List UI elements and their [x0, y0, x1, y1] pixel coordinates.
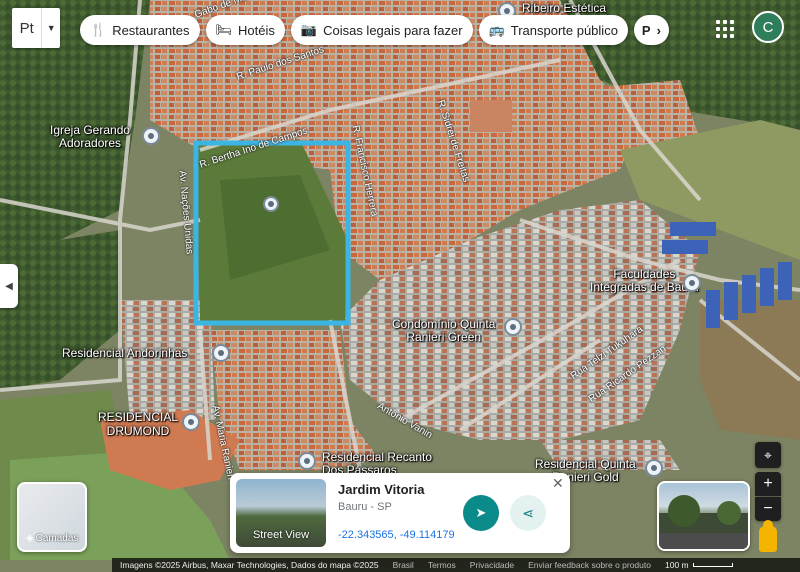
place-pin-icon[interactable] [298, 452, 316, 470]
footer-link-brasil[interactable]: Brasil [393, 560, 414, 570]
place-title: Jardim Vitoria [338, 482, 425, 497]
footer-link-termos[interactable]: Termos [428, 560, 456, 570]
place-label-condominio[interactable]: Condomínio Quinta Ranieri Green [392, 318, 495, 344]
chip-label: Coisas legais para fazer [323, 22, 463, 38]
map-footer: Imagens ©2025 Airbus, Maxar Technologies… [112, 558, 800, 572]
center-marker-icon[interactable] [263, 196, 279, 212]
camera-icon: 📷 [300, 22, 318, 37]
place-subtitle: Bauru - SP [338, 501, 392, 513]
apps-grid-icon[interactable] [714, 18, 736, 40]
category-chips: 🍴 Restaurantes 🛏 Hotéis 📷 Coisas legais … [80, 15, 669, 45]
collapse-panel-button[interactable]: ◀ [0, 264, 18, 308]
chip-label: Transporte público [510, 22, 618, 38]
chip-more[interactable]: P › [633, 15, 669, 45]
avatar[interactable]: C [752, 11, 784, 43]
place-label-igreja[interactable]: Igreja Gerando Adoradores [50, 124, 130, 150]
zoom-out-button[interactable]: − [755, 497, 781, 521]
footer-link-feedback[interactable]: Enviar feedback sobre o produto [528, 560, 651, 570]
share-button[interactable]: ⋖ [510, 495, 546, 531]
place-pin-icon[interactable] [182, 413, 200, 431]
zoom-in-button[interactable]: + [755, 472, 781, 496]
chip-label: Restaurantes [112, 22, 190, 38]
scale-bar[interactable]: 100 m [665, 560, 733, 570]
place-pin-icon[interactable] [504, 318, 522, 336]
scale-line [692, 563, 733, 567]
share-icon: ⋖ [522, 504, 534, 521]
location-target-icon: ⌖ [764, 446, 772, 463]
directions-button[interactable]: ➤ [463, 495, 499, 531]
layers-button[interactable]: ◈ Camadas [17, 482, 87, 552]
place-info-card[interactable]: Street View Jardim Vitoria Bauru - SP -2… [230, 473, 570, 553]
chip-label: Hotéis [238, 22, 275, 38]
place-pin-icon[interactable] [645, 459, 663, 477]
school-icon[interactable] [683, 274, 701, 292]
chevron-down-icon[interactable]: ▼ [41, 8, 60, 48]
chip-hoteis[interactable]: 🛏 Hotéis [205, 15, 285, 45]
parking-icon: P [641, 22, 651, 38]
street-view-preview[interactable] [657, 481, 750, 551]
worship-icon[interactable] [142, 127, 160, 145]
street-view-image [659, 495, 748, 549]
chip-coisas-legais[interactable]: 📷 Coisas legais para fazer [290, 15, 473, 45]
place-label-drumond[interactable]: RESIDENCIAL DRUMOND [98, 410, 178, 438]
directions-icon: ➤ [475, 505, 487, 520]
hotel-icon: 🛏 [215, 22, 233, 37]
chevron-left-icon: ◀ [5, 280, 13, 292]
place-pin-icon[interactable] [212, 344, 230, 362]
pegman-icon[interactable] [759, 520, 777, 552]
place-label-ribeiro[interactable]: Ribeiro Estética [522, 1, 606, 15]
coordinates-link[interactable]: -22.343565, -49.114179 [338, 529, 455, 541]
logo-text: Pt [19, 19, 34, 37]
layers-label: Camadas [35, 533, 79, 544]
attribution-text: Imagens ©2025 Airbus, Maxar Technologies… [120, 560, 379, 570]
my-location-button[interactable]: ⌖ [755, 442, 781, 468]
transit-icon: 🚌 [488, 22, 505, 37]
street-view-thumbnail[interactable]: Street View [236, 479, 326, 547]
chip-restaurantes[interactable]: 🍴 Restaurantes [80, 15, 200, 45]
place-label-andorinhas[interactable]: Residencial Andorinhas [62, 346, 187, 360]
scale-label: 100 m [664, 560, 689, 570]
chip-transporte[interactable]: 🚌 Transporte público [478, 15, 628, 45]
footer-link-privacidade[interactable]: Privacidade [470, 560, 514, 570]
restaurant-icon: 🍴 [90, 22, 107, 37]
chevron-right-icon: › [656, 22, 661, 38]
street-view-label: Street View [252, 529, 310, 541]
close-icon[interactable]: ✕ [552, 475, 564, 492]
maps-menu-button[interactable]: Pt ▼ [12, 8, 60, 48]
